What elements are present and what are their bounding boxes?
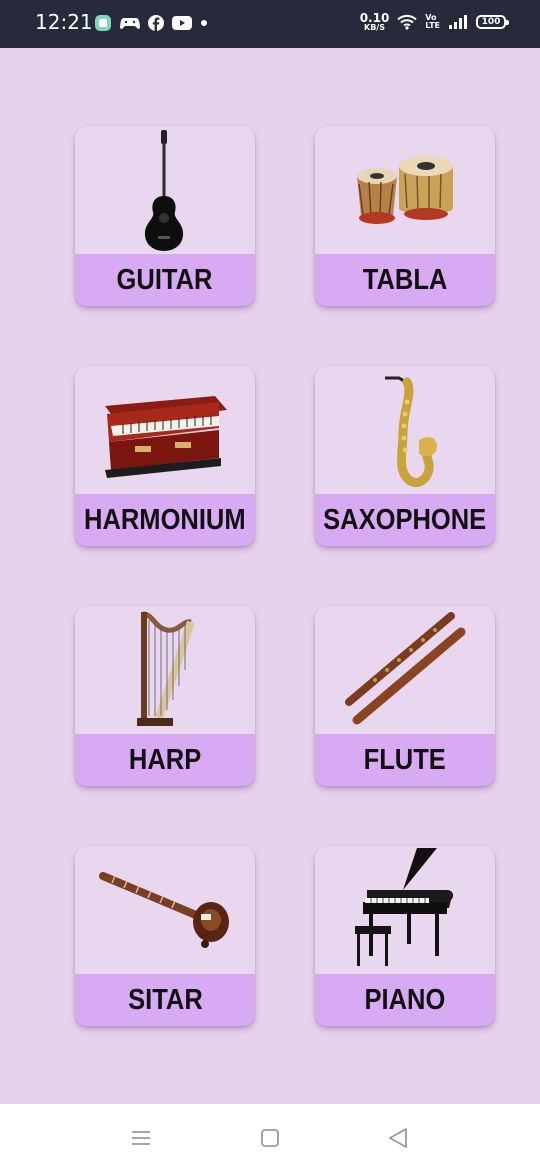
dot-icon xyxy=(201,20,207,26)
navigation-bar xyxy=(0,1104,540,1170)
instrument-card-harmonium[interactable]: HARMONIUM xyxy=(75,366,255,546)
instrument-label: PIANO xyxy=(315,974,495,1026)
home-icon[interactable] xyxy=(258,1126,282,1150)
system-status: 0.10 KB/S Vo LTE 100 xyxy=(360,12,509,32)
harp-icon xyxy=(75,606,255,734)
instrument-card-harp[interactable]: HARP xyxy=(75,606,255,786)
app-icon xyxy=(95,15,111,31)
net-speed: 0.10 KB/S xyxy=(360,12,390,32)
gamepad-icon xyxy=(120,18,140,29)
instrument-label: SAXOPHONE xyxy=(315,494,495,546)
volte-indicator: Vo LTE xyxy=(425,14,440,30)
instrument-card-sitar[interactable]: SITAR xyxy=(75,846,255,1026)
instrument-label: GUITAR xyxy=(75,254,255,306)
status-bar: 12:21 0.10 KB/S Vo LTE 100 xyxy=(0,0,540,48)
battery-icon: 100 xyxy=(476,15,509,29)
wifi-icon xyxy=(397,14,417,30)
tabla-icon xyxy=(315,126,495,254)
harmonium-icon xyxy=(75,366,255,494)
volte-bottom: LTE xyxy=(425,21,440,30)
instrument-card-tabla[interactable]: TABLA xyxy=(315,126,495,306)
instrument-label: HARMONIUM xyxy=(75,494,255,546)
notification-icons xyxy=(94,14,208,32)
instrument-card-saxophone[interactable]: SAXOPHONE xyxy=(315,366,495,546)
back-icon[interactable] xyxy=(386,1126,410,1150)
guitar-icon xyxy=(75,126,255,254)
instrument-card-guitar[interactable]: GUITAR xyxy=(75,126,255,306)
instrument-label: SITAR xyxy=(75,974,255,1026)
instrument-card-flute[interactable]: FLUTE xyxy=(315,606,495,786)
facebook-icon xyxy=(148,15,164,31)
flute-icon xyxy=(315,606,495,734)
youtube-icon xyxy=(172,16,192,30)
menu-icon[interactable] xyxy=(129,1126,153,1150)
sitar-icon xyxy=(75,846,255,974)
clock: 12:21 xyxy=(35,10,93,34)
instrument-card-piano[interactable]: PIANO xyxy=(315,846,495,1026)
instrument-label: FLUTE xyxy=(315,734,495,786)
saxophone-icon xyxy=(315,366,495,494)
piano-icon xyxy=(315,846,495,974)
instrument-label: HARP xyxy=(75,734,255,786)
instrument-label: TABLA xyxy=(315,254,495,306)
net-speed-unit: KB/S xyxy=(364,23,385,32)
signal-icon xyxy=(449,15,467,29)
